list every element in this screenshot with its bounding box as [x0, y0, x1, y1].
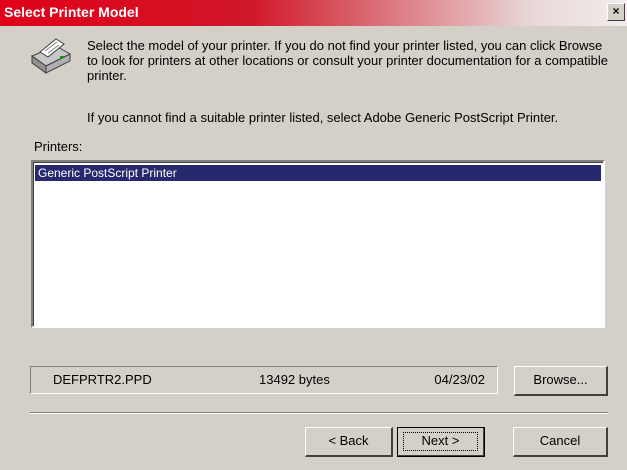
cancel-button[interactable]: Cancel: [513, 427, 608, 457]
ppd-file-info: DEFPRTR2.PPD 13492 bytes 04/23/02: [30, 366, 498, 394]
list-item-generic-postscript-printer[interactable]: Generic PostScript Printer: [35, 165, 601, 181]
close-button[interactable]: ×: [607, 3, 625, 21]
back-button[interactable]: < Back: [305, 427, 393, 457]
separator: [30, 412, 608, 414]
window-title: Select Printer Model: [4, 4, 139, 20]
ppd-filename: DEFPRTR2.PPD: [53, 372, 152, 387]
focus-rectangle: [403, 432, 478, 451]
browse-button[interactable]: Browse...: [514, 366, 608, 396]
next-button[interactable]: Next >: [397, 427, 485, 457]
close-icon: ×: [612, 4, 620, 18]
title-bar: Select Printer Model ×: [0, 0, 627, 26]
printers-list[interactable]: Generic PostScript Printer: [31, 160, 605, 328]
printers-label: Printers:: [34, 139, 83, 154]
printer-icon: [30, 38, 72, 74]
generic-printer-hint: If you cannot find a suitable printer li…: [87, 110, 559, 125]
ppd-file-size: 13492 bytes: [259, 372, 330, 387]
ppd-file-date: 04/23/02: [434, 372, 485, 387]
intro-text: Select the model of your printer. If you…: [87, 38, 608, 83]
